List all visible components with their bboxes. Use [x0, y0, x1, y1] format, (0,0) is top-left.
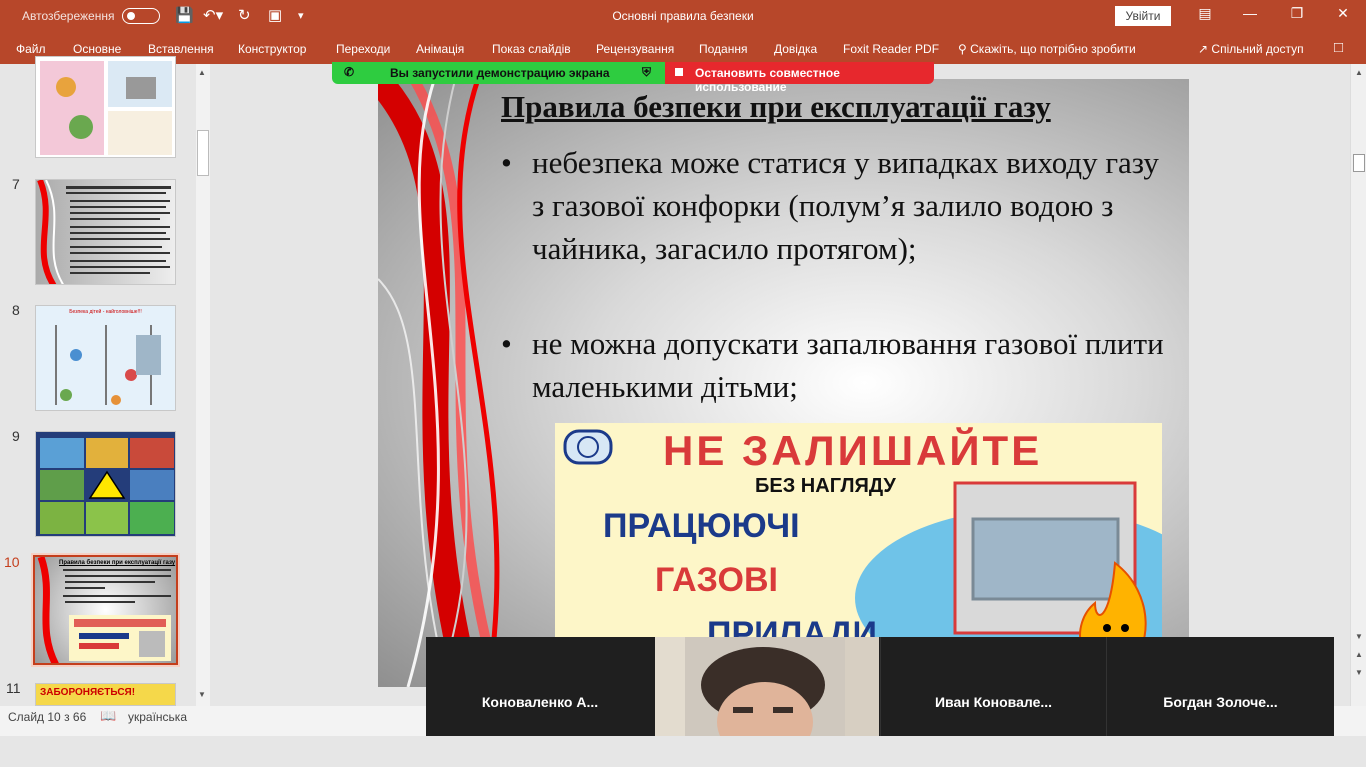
share-status-text: Вы запустили демонстрацию экрана: [390, 66, 610, 80]
tab-review[interactable]: Рецензування: [596, 42, 674, 56]
previous-slide-icon[interactable]: ▲: [1355, 650, 1363, 659]
tab-animations[interactable]: Анімація: [416, 42, 464, 56]
thumbnail-slide-6[interactable]: [35, 56, 176, 158]
poster-heading: НЕ ЗАЛИШАЙТЕ: [663, 427, 1043, 474]
thumbnail-slide-8[interactable]: Безпека дітей - найголовніше!!!: [35, 305, 176, 411]
screen-share-status: ✆ Вы запустили демонстрацию экрана ⛨: [332, 62, 665, 84]
scroll-up-icon[interactable]: ▲: [1355, 68, 1363, 77]
thumbnail-10-title: Правила безпеки при експлуатації газу: [59, 560, 176, 566]
slide-number-7: 7: [12, 176, 20, 192]
ribbon-tabs: Файл Основне Вставлення Конструктор Пере…: [0, 33, 1366, 64]
slide-bullet-1[interactable]: • небезпека може статися у випадках вихо…: [501, 141, 1181, 313]
scroll-down-icon[interactable]: ▼: [198, 690, 206, 699]
tab-view[interactable]: Подання: [699, 42, 747, 56]
stop-icon: [675, 68, 683, 76]
slide-number-10: 10: [4, 554, 20, 570]
poster-line-3: ПРАЦЮЮЧІ: [603, 507, 800, 545]
participant-name: Богдан Золоче...: [1163, 694, 1278, 710]
thumbnail-10-text: [63, 569, 171, 603]
thumbnail-8-image: [55, 325, 161, 405]
video-call-strip: Коноваленко А... Иван Коновале... Богдан…: [426, 637, 1334, 736]
close-icon[interactable]: ✕: [1328, 5, 1358, 22]
slide-bullet-2[interactable]: • не можна допускати запалювання газової…: [501, 322, 1181, 408]
thumbnail-11-banner: ЗАБОРОНЯЄТЬСЯ!: [40, 687, 136, 698]
thumbnail-6-image: [40, 61, 172, 155]
poster-line-4: ГАЗОВІ: [655, 561, 778, 599]
slide-number-9: 9: [12, 428, 20, 444]
stop-sharing-label: Остановить совместное использование: [695, 66, 840, 94]
bullet-text: небезпека може статися у випадках виходу…: [532, 145, 1159, 266]
bullet-text: не можна допускати запалювання газової п…: [532, 326, 1164, 404]
slide-thumbnail-panel: 7 8 Безпека дітей - найголовніше!!! 9 10…: [0, 56, 216, 706]
shield-icon: ⛨: [642, 65, 652, 79]
share-button[interactable]: ↗ Спільний доступ: [1198, 42, 1304, 56]
tab-insert[interactable]: Вставлення: [148, 42, 214, 56]
sign-in-button[interactable]: Увійти: [1115, 6, 1171, 26]
tab-home[interactable]: Основне: [73, 42, 121, 56]
slide-number-11: 11: [6, 680, 21, 696]
tell-me-label: Скажіть, що потрібно зробити: [970, 42, 1136, 56]
stop-sharing-button[interactable]: Остановить совместное использование: [665, 62, 934, 94]
thumbnail-10-poster: [69, 615, 171, 661]
participant-name: Иван Коновале...: [934, 694, 1053, 710]
participant-tile-1[interactable]: Коноваленко А...: [426, 637, 654, 736]
tab-file[interactable]: Файл: [16, 42, 46, 56]
restore-icon[interactable]: ❐: [1282, 5, 1312, 22]
participant-tile-3[interactable]: Богдан Золоче...: [1106, 637, 1334, 736]
slide-scrollbar[interactable]: ▲ ▼ ▲ ▼: [1350, 64, 1366, 706]
bullet-marker: •: [501, 326, 512, 361]
tab-slideshow[interactable]: Показ слайдів: [492, 42, 571, 56]
scroll-up-icon[interactable]: ▲: [198, 68, 206, 77]
tab-foxit[interactable]: Foxit Reader PDF: [843, 42, 939, 56]
participant-name: Коноваленко А...: [481, 694, 599, 710]
tab-help[interactable]: Довідка: [774, 42, 817, 56]
tell-me-search[interactable]: ⚲ Скажіть, що потрібно зробити: [958, 42, 1136, 56]
minimize-icon[interactable]: —: [1235, 5, 1265, 21]
language-indicator[interactable]: українська: [128, 710, 187, 724]
title-bar: Автозбереження 💾 ↶▾ ↻ ▣ ▾ Основні правил…: [0, 0, 1366, 33]
slide-scroll-thumb[interactable]: [1353, 154, 1365, 172]
share-label: Спільний доступ: [1211, 42, 1304, 56]
participant-video[interactable]: [655, 637, 879, 736]
thumbnail-slide-11[interactable]: ЗАБОРОНЯЄТЬСЯ!: [35, 683, 176, 706]
phone-icon: ✆: [344, 65, 355, 79]
tab-design[interactable]: Конструктор: [238, 42, 306, 56]
thumbnail-scroll-thumb[interactable]: [197, 130, 209, 176]
participant-tile-2[interactable]: Иван Коновале...: [880, 637, 1106, 736]
participant-video-image: [655, 637, 879, 736]
thumbnail-slide-7[interactable]: [35, 179, 176, 285]
thumbnail-7-image: [37, 180, 171, 284]
share-icon: ↗: [1198, 42, 1209, 56]
bullet-marker: •: [501, 145, 512, 180]
poster-subheading: БЕЗ НАГЛЯДУ: [755, 475, 896, 497]
lightbulb-icon: ⚲: [958, 42, 967, 56]
thumbnail-scrollbar[interactable]: ▲ ▼: [196, 64, 210, 706]
scroll-down-icon[interactable]: ▼: [1355, 632, 1363, 641]
thumbnail-9-image: [40, 438, 174, 534]
slide-counter: Слайд 10 з 66: [8, 710, 87, 724]
slide-title[interactable]: Правила безпеки при експлуатації газу: [501, 89, 1051, 125]
ribbon-display-icon[interactable]: ▤: [1190, 5, 1220, 22]
thumbnail-slide-9[interactable]: [35, 431, 176, 537]
thumbnail-slide-10[interactable]: Правила безпеки при експлуатації газу: [31, 553, 180, 667]
slide-number-8: 8: [12, 302, 20, 318]
spellcheck-icon[interactable]: 📖: [100, 708, 116, 724]
tab-transitions[interactable]: Переходи: [336, 42, 390, 56]
next-slide-icon[interactable]: ▼: [1355, 668, 1363, 677]
current-slide[interactable]: Правила безпеки при експлуатації газу • …: [378, 79, 1189, 687]
comments-icon[interactable]: □: [1334, 39, 1343, 56]
